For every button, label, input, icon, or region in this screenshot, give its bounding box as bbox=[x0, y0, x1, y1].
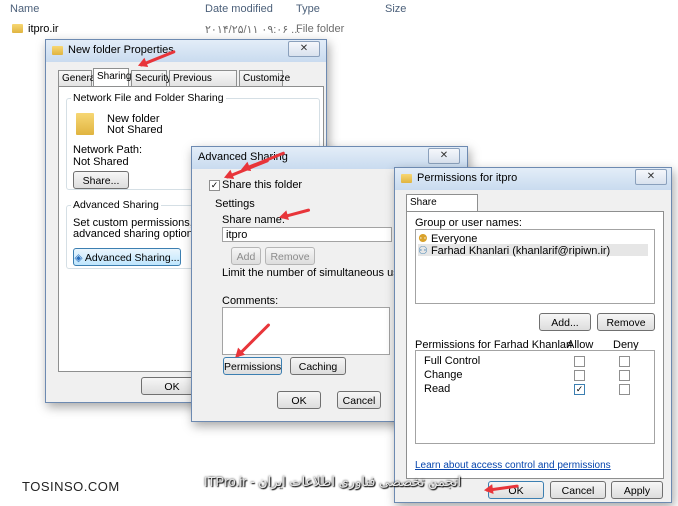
tab-sharing[interactable]: Sharing bbox=[93, 68, 131, 86]
share-name-value: itpro bbox=[226, 229, 248, 241]
share-name-field[interactable]: itpro bbox=[222, 227, 392, 242]
tab-general[interactable]: General bbox=[58, 70, 98, 86]
table-row: Full Control bbox=[416, 355, 654, 368]
add-button[interactable]: Add bbox=[231, 247, 261, 265]
permission-table: Full Control Change Read ✓ bbox=[415, 350, 655, 444]
table-row: Read ✓ bbox=[416, 383, 654, 396]
share-this-folder-checkbox[interactable]: ✓ bbox=[209, 180, 220, 191]
column-size[interactable]: Size bbox=[385, 3, 406, 15]
folder-icon bbox=[12, 24, 23, 33]
tab-customize[interactable]: Customize bbox=[239, 70, 290, 86]
advanced-sharing-button[interactable]: ◈ Advanced Sharing... bbox=[73, 248, 181, 266]
close-button[interactable]: ✕ bbox=[288, 41, 320, 57]
group-title: Advanced Sharing bbox=[71, 199, 161, 211]
close-button[interactable]: ✕ bbox=[635, 169, 667, 185]
group-user-names-label: Group or user names: bbox=[415, 217, 522, 229]
permissions-titlebar: Permissions for itpro ✕ bbox=[395, 168, 671, 190]
advanced-cancel-button[interactable]: Cancel bbox=[337, 391, 381, 409]
column-name[interactable]: Name bbox=[10, 3, 39, 15]
user-name: Farhad Khanlari (khanlarif@ripiwn.ir) bbox=[430, 245, 611, 257]
advanced-sharing-label: Advanced Sharing... bbox=[84, 252, 180, 264]
permissions-cancel-button[interactable]: Cancel bbox=[550, 481, 606, 499]
tab-share-permissions[interactable]: Share Permissions bbox=[406, 194, 478, 224]
column-date-modified[interactable]: Date modified bbox=[205, 3, 273, 15]
folder-icon bbox=[52, 46, 63, 55]
permission-name: Full Control bbox=[424, 355, 481, 367]
watermark-right: ITPro.ir - انجمن تخصصی فناوری اطلاعات ای… bbox=[204, 474, 462, 489]
permissions-apply-button[interactable]: Apply bbox=[611, 481, 663, 499]
large-folder-icon bbox=[76, 113, 94, 135]
permission-name: Change bbox=[424, 369, 463, 381]
column-type[interactable]: Type bbox=[296, 3, 320, 15]
shield-icon: ◈ bbox=[74, 252, 83, 264]
advanced-text-2: advanced sharing options. bbox=[73, 228, 202, 240]
comments-label: Comments: bbox=[222, 295, 279, 307]
tab-previous-versions[interactable]: Previous Versions bbox=[169, 70, 237, 100]
tab-security[interactable]: Security bbox=[131, 70, 171, 86]
share-button[interactable]: Share... bbox=[73, 171, 129, 189]
share-this-folder-label: Share this folder bbox=[222, 179, 303, 191]
add-button[interactable]: Add... bbox=[539, 313, 591, 331]
explorer-header: Name Date modified Type Size bbox=[0, 0, 678, 18]
permission-name: Read bbox=[424, 383, 451, 395]
permissions-panel: Group or user names: ⚉ Everyone ⚇ Farhad… bbox=[406, 211, 664, 479]
deny-checkbox[interactable] bbox=[619, 370, 630, 381]
file-name: itpro.ir bbox=[28, 23, 59, 35]
file-type: File folder bbox=[296, 23, 345, 35]
file-date: ۲۰۱۴/۲۵/۱۱ ۰۹:۰۶ ... bbox=[205, 24, 301, 36]
path-value: Not Shared bbox=[73, 156, 129, 168]
close-button[interactable]: ✕ bbox=[428, 148, 460, 164]
list-item[interactable]: ⚇ Farhad Khanlari (khanlarif@ripiwn.ir) bbox=[418, 244, 648, 257]
allow-checkbox[interactable]: ✓ bbox=[574, 384, 585, 395]
tab-strip: General Sharing Security Previous Versio… bbox=[58, 68, 318, 100]
advanced-titlebar: Advanced Sharing ✕ bbox=[192, 147, 467, 169]
close-icon: ✕ bbox=[299, 43, 309, 54]
share-name-label: Share name: bbox=[222, 214, 285, 226]
close-icon: ✕ bbox=[439, 150, 449, 161]
allow-checkbox[interactable] bbox=[574, 356, 585, 367]
deny-checkbox[interactable] bbox=[619, 384, 630, 395]
learn-more-link[interactable]: Learn about access control and permissio… bbox=[415, 460, 611, 471]
allow-checkbox[interactable] bbox=[574, 370, 585, 381]
properties-title: New folder Properties bbox=[68, 44, 174, 56]
table-row: Change bbox=[416, 369, 654, 382]
list-item[interactable]: ⚉ Everyone bbox=[418, 232, 648, 245]
permissions-title: Permissions for itpro bbox=[417, 172, 518, 184]
user-icon: ⚇ bbox=[418, 245, 428, 257]
watermark-left: TOSINSO.COM bbox=[22, 479, 120, 494]
folder-icon bbox=[401, 174, 412, 183]
group-title: Network File and Folder Sharing bbox=[71, 92, 226, 104]
path-label: Network Path: bbox=[73, 144, 143, 156]
user-list[interactable]: ⚉ Everyone ⚇ Farhad Khanlari (khanlarif@… bbox=[415, 229, 655, 304]
remove-button[interactable]: Remove bbox=[265, 247, 315, 265]
permissions-button[interactable]: Permissions bbox=[223, 357, 282, 375]
folder-status: Not Shared bbox=[107, 124, 163, 136]
advanced-ok-button[interactable]: OK bbox=[277, 391, 321, 409]
permissions-dialog: Permissions for itpro ✕ Share Permission… bbox=[394, 167, 672, 503]
caching-button[interactable]: Caching bbox=[290, 357, 346, 375]
deny-checkbox[interactable] bbox=[619, 356, 630, 367]
close-icon: ✕ bbox=[646, 171, 656, 182]
properties-titlebar: New folder Properties ✕ bbox=[46, 40, 326, 62]
remove-button[interactable]: Remove bbox=[597, 313, 655, 331]
file-row[interactable]: itpro.ir ۲۰۱۴/۲۵/۱۱ ۰۹:۰۶ ... File folde… bbox=[0, 22, 678, 38]
